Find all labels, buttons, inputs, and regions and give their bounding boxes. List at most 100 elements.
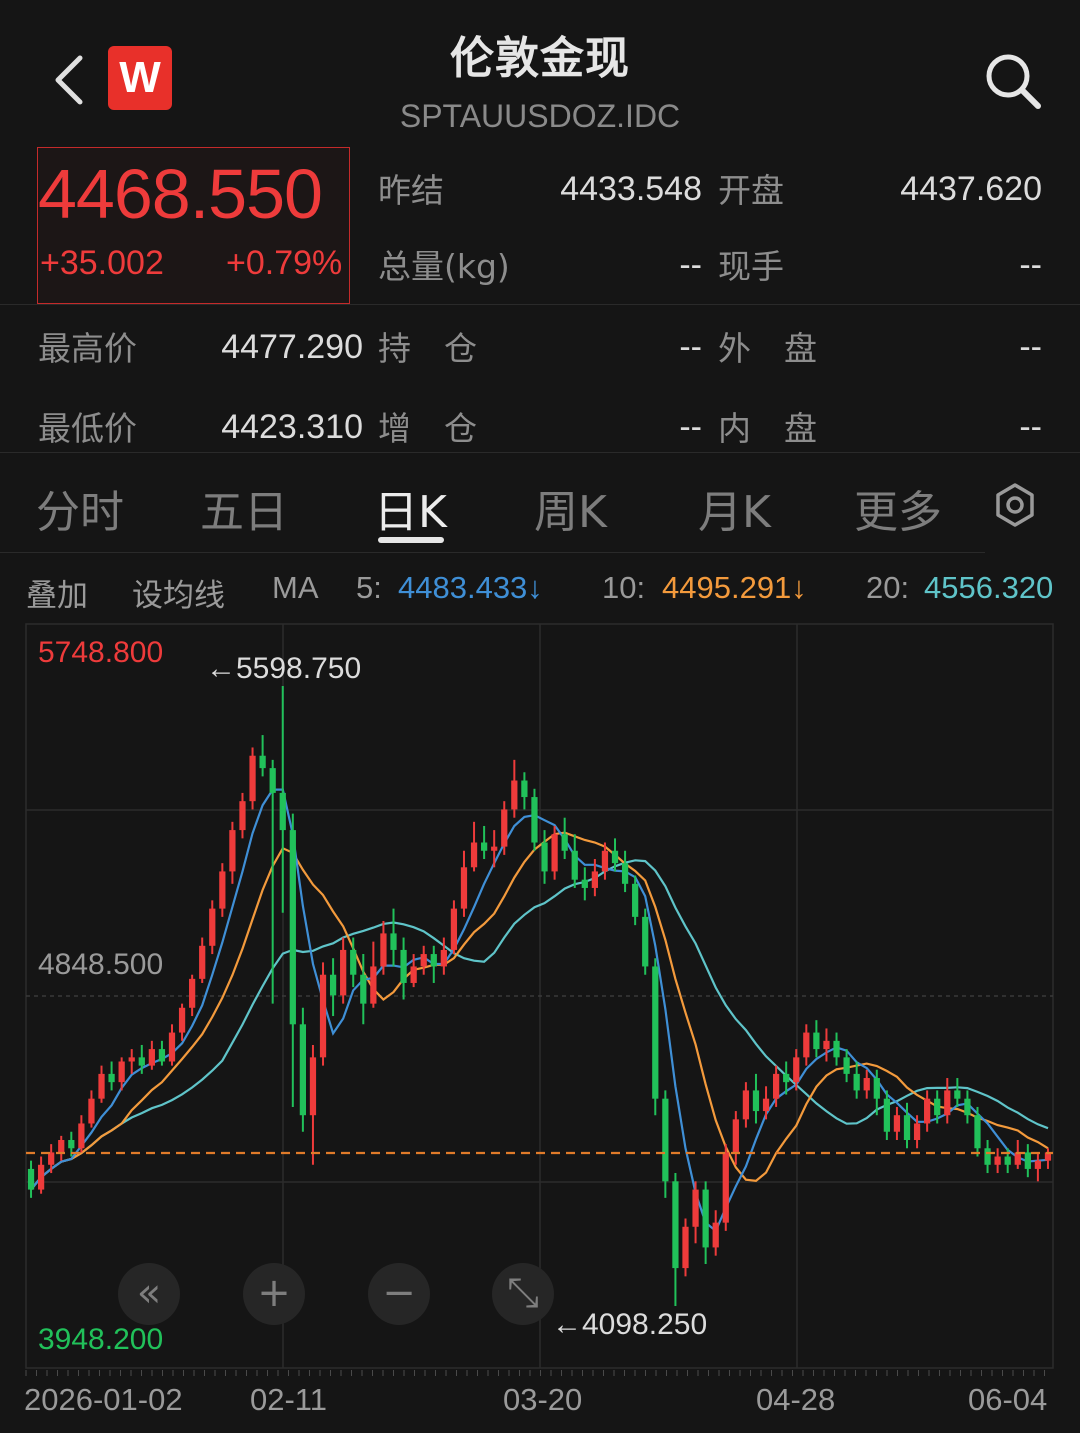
- active-tab-indicator: [378, 537, 444, 543]
- candle-body: [823, 1040, 830, 1050]
- zoom-out-button[interactable]: −: [368, 1263, 430, 1325]
- candle-body: [27, 1168, 35, 1190]
- candle-body: [189, 978, 196, 1008]
- candle-body: [501, 809, 508, 847]
- x-label: 02-11: [250, 1382, 327, 1417]
- tab-more[interactable]: 更多: [854, 476, 942, 540]
- candle-body: [430, 954, 437, 967]
- volume-label: 总量(kg): [378, 247, 510, 286]
- candle-body: [340, 949, 347, 996]
- candle-body: [813, 1032, 820, 1050]
- candle-body: [209, 908, 216, 946]
- candle-body: [642, 916, 649, 967]
- hold-label: 持 仓: [378, 329, 477, 368]
- candle-body: [742, 1090, 750, 1120]
- instrument-code: SPTAUUSDOZ.IDC: [399, 98, 681, 134]
- candle-body: [752, 1090, 760, 1112]
- candle-body: [118, 1061, 125, 1083]
- candle-body: [390, 933, 397, 950]
- candle-body: [632, 883, 639, 917]
- candle-body: [128, 1057, 135, 1062]
- candle-body: [350, 949, 357, 975]
- expand-icon[interactable]: ⤡: [492, 1263, 554, 1325]
- tab-monthly-k[interactable]: 月K: [698, 476, 771, 540]
- tab-daily-k[interactable]: 日K: [374, 476, 447, 540]
- ma10-label: 10:: [602, 570, 646, 605]
- candle-body: [883, 1098, 890, 1132]
- tab-five-day[interactable]: 五日: [200, 476, 288, 540]
- candle-body: [360, 974, 367, 1004]
- candle-body: [148, 1049, 155, 1066]
- candle-body: [249, 755, 256, 802]
- candle-body: [944, 1090, 951, 1116]
- candle-body: [662, 1098, 669, 1182]
- scroll-back-button[interactable]: «: [118, 1263, 180, 1325]
- candle-body: [722, 1152, 729, 1223]
- last-price: 4468.550: [38, 155, 323, 233]
- y-mid-label: 4848.500: [38, 948, 164, 981]
- divider: [0, 552, 985, 553]
- zoom-in-button[interactable]: +: [243, 1263, 305, 1325]
- candle-body: [551, 834, 558, 872]
- outer-value: --: [1019, 328, 1042, 366]
- candle-body: [732, 1119, 739, 1153]
- candle-body: [974, 1115, 981, 1149]
- x-label: 06-04: [968, 1382, 1048, 1417]
- ma5-value: 4483.433↓: [398, 570, 543, 605]
- candle-body: [178, 1007, 186, 1033]
- x-label: 2026-01-02: [24, 1382, 183, 1417]
- candle-body: [571, 850, 578, 880]
- add-value: --: [679, 408, 702, 446]
- gear-icon[interactable]: [992, 482, 1038, 528]
- high-label: 最高价: [38, 329, 137, 368]
- overlay-button[interactable]: 叠加: [26, 570, 88, 615]
- hand-value: --: [1019, 246, 1042, 284]
- candle-body: [772, 1073, 780, 1099]
- tab-intraday[interactable]: 分时: [36, 476, 124, 540]
- candle-body: [692, 1189, 699, 1227]
- open-label: 开盘: [718, 171, 784, 210]
- candle-body: [380, 933, 387, 967]
- ma20-value: 4556.320: [924, 570, 1054, 605]
- divider: [0, 452, 1080, 453]
- candle-body: [521, 780, 528, 798]
- candle-body: [833, 1040, 840, 1058]
- candle-body: [400, 949, 407, 983]
- candle-body: [309, 1057, 317, 1116]
- candle-body: [793, 1057, 800, 1083]
- candle-body: [893, 1115, 901, 1132]
- x-label: 03-20: [503, 1382, 583, 1417]
- candle-body: [783, 1073, 790, 1083]
- x-label: 04-28: [756, 1382, 836, 1417]
- candle-body: [37, 1164, 45, 1190]
- candle-body: [843, 1057, 850, 1074]
- candle-body: [682, 1226, 689, 1269]
- candle-body: [138, 1057, 145, 1066]
- candle-body: [903, 1115, 911, 1140]
- candle-body: [68, 1139, 75, 1149]
- candle-body: [1004, 1156, 1011, 1165]
- ma-settings-button[interactable]: 设均线: [132, 570, 225, 615]
- add-label: 增 仓: [378, 409, 477, 448]
- candle-body: [98, 1073, 105, 1099]
- tab-weekly-k[interactable]: 周K: [534, 476, 607, 540]
- price-change-pct: +0.79%: [226, 244, 343, 282]
- candle-body: [168, 1032, 176, 1062]
- candle-body: [78, 1123, 85, 1149]
- candle-body: [88, 1098, 95, 1124]
- open-value: 4437.620: [900, 170, 1042, 208]
- ma-label: MA: [272, 570, 319, 605]
- candle-body: [460, 867, 468, 909]
- candle-body: [279, 792, 286, 831]
- search-icon[interactable]: [980, 48, 1044, 112]
- candle-body: [873, 1078, 880, 1099]
- y-bottom-label: 3948.200: [38, 1323, 164, 1356]
- candle-body: [712, 1222, 719, 1248]
- max-annotation: ←5598.750: [206, 652, 362, 685]
- ma10-value: 4495.291↓: [662, 570, 807, 605]
- volume-value: --: [679, 246, 702, 284]
- candle-body: [158, 1049, 166, 1062]
- candle-body: [329, 974, 337, 996]
- candle-body: [219, 871, 226, 909]
- hand-label: 现手: [718, 247, 784, 286]
